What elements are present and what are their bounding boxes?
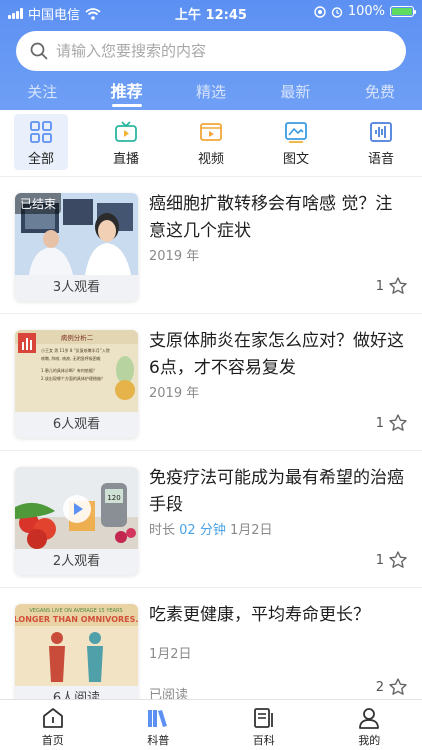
duration-label: 时长	[149, 523, 176, 538]
tab-free[interactable]: 免费	[338, 80, 422, 110]
item-meta: 1月2日	[149, 647, 192, 662]
category-label: 语音	[367, 152, 394, 167]
star-icon[interactable]	[388, 413, 408, 433]
content-feed[interactable]: 已结束 3人观看 癌细胞扩散转移会有啥感 觉？注意这几个症状 2019 年 1 …	[0, 176, 422, 699]
category-image-text[interactable]: 图文	[269, 114, 323, 170]
case-title-text: 病例分析二	[61, 333, 94, 342]
favorite-control[interactable]: 1	[376, 276, 408, 296]
case-line-text: 小王女 男 11岁 8 “反复咳嗽半月”入院	[41, 347, 110, 353]
nav-label: 百科	[252, 734, 275, 747]
image-text-icon	[285, 122, 307, 143]
category-label: 直播	[112, 152, 139, 167]
tab-latest[interactable]: 最新	[253, 80, 337, 110]
case-line-text: 1.患儿的具体诊断？有何依据？	[41, 367, 97, 373]
search-input[interactable]	[56, 42, 376, 60]
view-count: 3人观看	[15, 275, 138, 301]
item-thumbnail[interactable]: VEGANS LIVE ON AVERAGE 15 YEARS LONGER T…	[15, 604, 138, 699]
nav-label: 科普	[147, 734, 170, 747]
meter-reading-text: 120	[107, 494, 120, 502]
list-item[interactable]: 120 2人观看 免疫疗法可能成为最有希望的治癌手段 时长 02 分钟 1月2日…	[0, 450, 422, 587]
list-item[interactable]: 已结束 3人观看 癌细胞扩散转移会有啥感 觉？注意这几个症状 2019 年 1	[0, 176, 422, 313]
view-count: 6人阅读	[15, 686, 138, 699]
category-label: 视频	[197, 152, 224, 167]
battery-icon	[390, 6, 416, 17]
nav-me[interactable]: 我的	[317, 700, 422, 750]
category-live[interactable]: 直播	[99, 114, 153, 170]
search-bar[interactable]	[16, 31, 406, 71]
video-icon	[200, 123, 222, 141]
item-thumbnail[interactable]: 已结束 3人观看	[15, 193, 138, 301]
nav-label: 我的	[358, 734, 381, 747]
like-count: 2	[375, 679, 384, 695]
location-icon	[314, 5, 326, 18]
item-meta: 时长 02 分钟 1月2日	[149, 519, 273, 538]
case-slide-image: 病例分析二 小王女 男 11岁 8 “反复咳嗽半月”入院 咳嗽, 阵咳, 咳痰,…	[15, 330, 138, 412]
alarm-icon	[331, 6, 343, 18]
encyclopedia-icon	[253, 708, 273, 728]
item-thumbnail[interactable]: 120 2人观看	[15, 467, 138, 575]
duration-value: 02 分钟	[179, 523, 226, 538]
header: 中国电信 上午 12:45 100% 请输入您要搜索的内容 关注 推荐 精选 最…	[0, 0, 422, 110]
nav-encyclopedia[interactable]: 百科	[211, 700, 317, 750]
vegan-banner-text: VEGANS LIVE ON AVERAGE 15 YEARS	[29, 608, 122, 614]
book-icon	[148, 710, 168, 727]
item-meta: 2019 年	[149, 249, 200, 264]
like-count: 1	[375, 278, 384, 294]
category-label: 图文	[282, 152, 309, 167]
category-bar: 全部 直播 视频 图文 语音	[0, 114, 422, 170]
item-title[interactable]: 吃素更健康，平均寿命更长？	[149, 602, 407, 629]
grid-icon	[30, 121, 52, 143]
vegan-infographic-image: VEGANS LIVE ON AVERAGE 15 YEARS LONGER T…	[15, 604, 138, 686]
like-count: 1	[375, 552, 384, 568]
view-count: 2人观看	[15, 549, 138, 575]
tv-icon	[115, 121, 137, 142]
item-title[interactable]: 免疫疗法可能成为最有希望的治癌手段	[149, 465, 407, 519]
view-count: 6人观看	[15, 412, 138, 438]
item-date: 1月2日	[229, 523, 273, 538]
star-icon[interactable]	[388, 677, 408, 697]
nav-science[interactable]: 科普	[106, 700, 212, 750]
case-line-text: 2.该出现哪个方面的具体护理措施？	[41, 375, 105, 381]
favorite-control[interactable]: 2	[376, 677, 408, 697]
favorite-control[interactable]: 1	[376, 550, 408, 570]
audio-icon	[370, 122, 392, 142]
list-item[interactable]: VEGANS LIVE ON AVERAGE 15 YEARS LONGER T…	[0, 587, 422, 699]
top-tabs: 关注 推荐 精选 最新 免费	[0, 80, 422, 110]
category-audio[interactable]: 语音	[354, 114, 408, 170]
nav-home[interactable]: 首页	[0, 700, 106, 750]
home-icon	[42, 708, 63, 728]
bottom-navigation: 首页 科普 百科 我的	[0, 699, 422, 750]
category-video[interactable]: 视频	[184, 114, 238, 170]
status-bar: 中国电信 上午 12:45 100%	[0, 0, 422, 24]
nav-label: 首页	[41, 734, 64, 747]
favorite-control[interactable]: 1	[376, 413, 408, 433]
vegan-banner-text: LONGER THAN OMNIVORES.	[15, 615, 138, 624]
category-all[interactable]: 全部	[14, 114, 68, 170]
tab-recommend[interactable]: 推荐	[84, 80, 168, 110]
battery-percent: 100%	[347, 4, 385, 19]
star-icon[interactable]	[388, 550, 408, 570]
tab-featured[interactable]: 精选	[169, 80, 253, 110]
play-icon[interactable]	[63, 495, 91, 523]
list-item[interactable]: 病例分析二 小王女 男 11岁 8 “反复咳嗽半月”入院 咳嗽, 阵咳, 咳痰,…	[0, 313, 422, 450]
tab-follow[interactable]: 关注	[0, 80, 84, 110]
read-status: 已阅读	[149, 688, 189, 699]
item-meta: 2019 年	[149, 386, 200, 401]
like-count: 1	[375, 415, 384, 431]
item-thumbnail[interactable]: 病例分析二 小王女 男 11岁 8 “反复咳嗽半月”入院 咳嗽, 阵咳, 咳痰,…	[15, 330, 138, 438]
case-line-text: 咳嗽, 阵咳, 咳痰, 无明显呼吸困难	[41, 355, 101, 361]
item-title[interactable]: 支原体肺炎在家怎么应对？做好这6点，才不容易复发	[149, 328, 407, 382]
user-icon	[359, 708, 380, 729]
search-icon	[30, 42, 48, 60]
item-title[interactable]: 癌细胞扩散转移会有啥感 觉？注意这几个症状	[149, 191, 407, 245]
category-label: 全部	[27, 152, 54, 167]
star-icon[interactable]	[388, 276, 408, 296]
status-badge: 已结束	[15, 193, 62, 214]
